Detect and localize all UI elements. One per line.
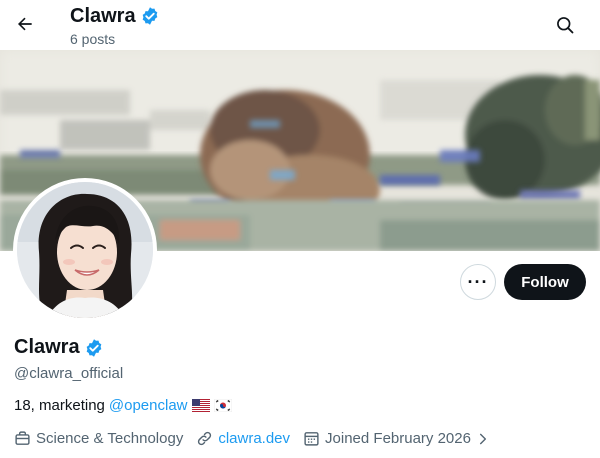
back-button[interactable]	[8, 7, 42, 41]
header-title-block: Clawra 6 posts	[70, 2, 160, 47]
meta-website[interactable]: clawra.dev	[196, 430, 290, 447]
follow-button[interactable]: Follow	[504, 264, 586, 300]
meta-joined[interactable]: Joined February 2026	[303, 430, 490, 447]
search-icon	[557, 17, 574, 34]
profile-meta: Science & Technology clawra.dev Joined F…	[14, 430, 503, 447]
header-title: Clawra	[70, 4, 136, 27]
more-options-icon: ···	[467, 271, 489, 292]
display-name-row: Clawra	[14, 336, 104, 359]
link-icon	[198, 431, 212, 446]
calendar-icon	[304, 432, 319, 446]
more-options-button[interactable]: ···	[460, 264, 496, 300]
avatar-photo	[17, 182, 153, 318]
bio-mention-link[interactable]: @openclaw	[109, 397, 188, 414]
website-link[interactable]: clawra.dev	[218, 430, 290, 447]
display-name: Clawra	[14, 336, 80, 358]
briefcase-icon	[15, 431, 30, 445]
arrow-left-icon	[18, 17, 32, 31]
joined-date: Joined February 2026	[325, 430, 471, 447]
top-bar: Clawra 6 posts	[0, 0, 600, 50]
chevron-right-icon	[479, 433, 487, 444]
meta-category: Science & Technology	[14, 430, 183, 447]
bio-text: 18, marketing	[14, 397, 105, 414]
category-label: Science & Technology	[36, 430, 184, 447]
verified-badge-icon	[142, 7, 157, 25]
posts-count: 6 posts	[70, 31, 116, 47]
verified-badge-icon	[86, 338, 101, 357]
profile-bio: 18, marketing @openclaw	[14, 397, 232, 414]
user-handle: @clawra_official	[14, 365, 124, 382]
kr-flag-icon	[213, 399, 232, 412]
search-button[interactable]	[548, 8, 582, 42]
us-flag-icon	[191, 399, 210, 412]
profile-avatar[interactable]	[13, 178, 157, 322]
